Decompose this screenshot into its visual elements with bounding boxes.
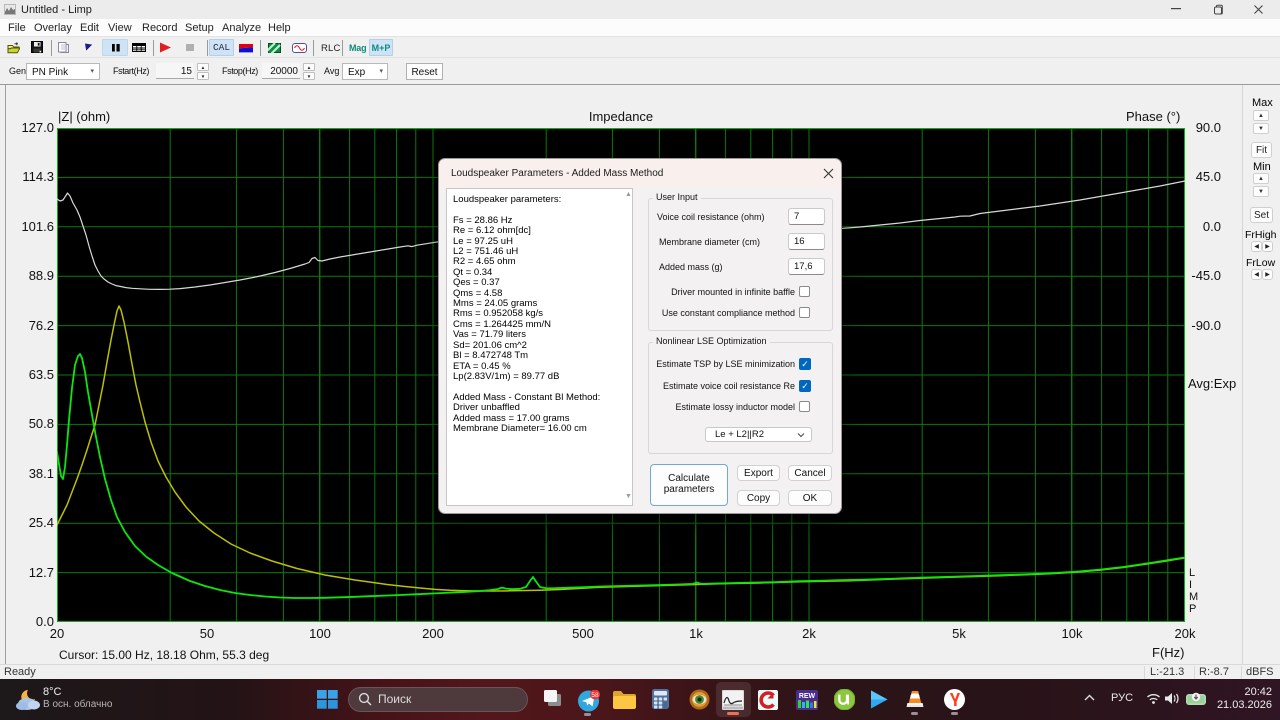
svg-text:58: 58 bbox=[591, 692, 599, 699]
svg-text:REW: REW bbox=[799, 693, 816, 700]
